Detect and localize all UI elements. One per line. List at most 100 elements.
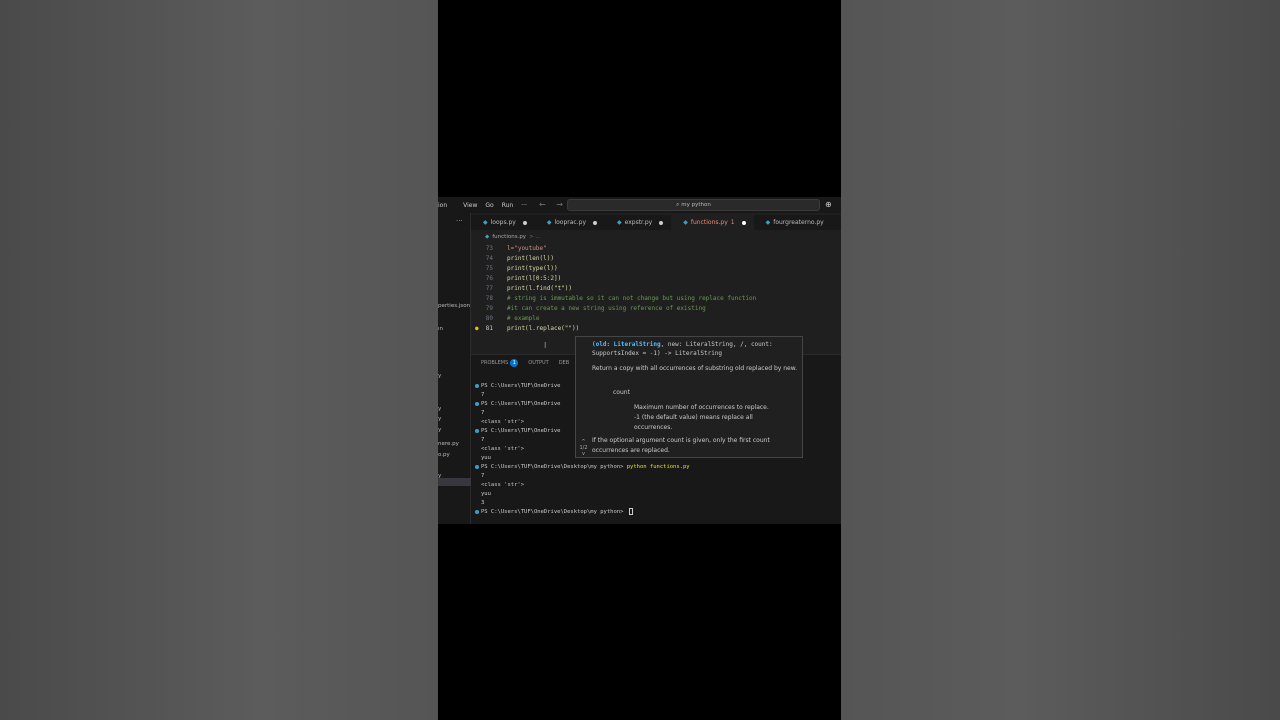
- terminal-text: PS C:\Users\TUF\OneDrive: [481, 427, 561, 434]
- code-line: 74 print(len(l)): [471, 253, 841, 263]
- prompt-dot-icon: [475, 464, 479, 469]
- blurred-background-left: [0, 0, 438, 720]
- terminal-text: 7: [481, 436, 485, 443]
- breadcrumb-rest[interactable]: > ...: [529, 234, 541, 240]
- search-icon: ⌕: [676, 201, 680, 208]
- modified-dot-icon[interactable]: [659, 220, 664, 225]
- code-text: l="youtube": [507, 244, 547, 252]
- explorer-item[interactable]: o.py: [438, 452, 450, 458]
- terminal-text: <class 'str'>: [481, 481, 525, 488]
- active-parameter: (old: LiteralString: [592, 341, 661, 348]
- tab-overflow[interactable]: ◆ n: [832, 215, 841, 230]
- modified-dot-icon[interactable]: [741, 220, 746, 225]
- problems-badge: 1: [510, 359, 519, 367]
- tab-functions[interactable]: ◆ functions.py 1: [671, 215, 754, 230]
- explorer-item[interactable]: perties.json: [438, 303, 470, 309]
- explorer-item[interactable]: y: [438, 473, 441, 479]
- line-number: 77: [485, 284, 493, 292]
- command-center-label: my python: [681, 202, 711, 208]
- breadcrumb-file[interactable]: functions.py: [492, 234, 526, 240]
- tab-fourgreaterno[interactable]: ◆ fourgreaterno.py: [754, 215, 832, 230]
- modified-dot-icon[interactable]: [522, 220, 527, 225]
- explorer-item[interactable]: nere.py: [438, 441, 459, 447]
- terminal-command: python functions.py: [626, 463, 690, 470]
- prompt-dot-icon: [475, 509, 479, 514]
- signature-note: If the optional argument count is given,…: [592, 437, 770, 454]
- line-number: 78: [485, 294, 493, 302]
- python-file-icon: ◆: [485, 234, 490, 240]
- explorer-item[interactable]: y: [438, 406, 441, 412]
- explorer-item[interactable]: y: [438, 416, 441, 422]
- signature-rest: , new: LiteralString, /, count:: [660, 341, 773, 348]
- parameter-description-line: -1 (the default value) means replace all…: [634, 414, 753, 431]
- tab-problems-label: PROBLEMS: [481, 360, 509, 366]
- menu-view[interactable]: View: [463, 202, 477, 209]
- menu-run[interactable]: Run: [502, 202, 514, 209]
- tab-output[interactable]: OUTPUT: [528, 360, 548, 366]
- code-comment: #it can create a new string using refere…: [507, 304, 706, 312]
- terminal-line: PS C:\Users\TUF\OneDrive\Desktop\my pyth…: [475, 462, 835, 471]
- tab-label: expstr.py: [624, 219, 653, 226]
- terminal-line: <class 'str'>: [475, 480, 835, 489]
- line-number: 80: [485, 314, 493, 322]
- terminal-text: 7: [481, 472, 485, 479]
- explorer-item[interactable]: ın: [438, 326, 443, 332]
- terminal-line: yuu: [475, 489, 835, 498]
- code-editor[interactable]: 73 l="youtube" 74 print(len(l)) 75 print…: [471, 243, 841, 343]
- nav-arrows[interactable]: ← →: [539, 200, 567, 209]
- menu-selection[interactable]: ion: [438, 202, 447, 209]
- chevron-down-icon[interactable]: v: [577, 451, 590, 457]
- tab-debug-console[interactable]: DEB: [559, 360, 569, 366]
- tab-problems[interactable]: PROBLEMS 1: [481, 359, 519, 367]
- menu-more[interactable]: ···: [521, 202, 527, 209]
- explorer-selected-row: [438, 478, 471, 486]
- terminal-line: 7: [475, 471, 835, 480]
- explorer-item[interactable]: y: [438, 373, 441, 379]
- menu-go[interactable]: Go: [485, 202, 493, 209]
- copilot-icon[interactable]: ⊕: [825, 200, 832, 209]
- parameter-description-line: Maximum number of occurrences to replace…: [634, 404, 769, 411]
- line-number: 76: [485, 274, 493, 282]
- terminal-text: yuu: [481, 490, 491, 497]
- signature-text: (old: LiteralString, new: LiteralString,…: [592, 340, 798, 358]
- code-text: print(type(l)): [507, 264, 558, 272]
- code-comment: # string is immutable so it can not chan…: [507, 294, 757, 302]
- line-number: 74: [485, 254, 493, 262]
- tab-loops[interactable]: ◆ loops.py: [471, 215, 535, 230]
- code-line: 78 # string is immutable so it can not c…: [471, 293, 841, 303]
- parameter-name: count: [613, 389, 630, 396]
- prompt-dot-icon: [475, 401, 479, 406]
- overload-pager[interactable]: ^ 1/2 v: [577, 439, 590, 457]
- tab-expstr[interactable]: ◆ expstr.py: [605, 215, 671, 230]
- more-actions-icon[interactable]: ···: [456, 217, 463, 225]
- lightbulb-icon[interactable]: ●: [475, 325, 479, 332]
- python-file-icon: ◆: [617, 219, 622, 226]
- terminal-text: 3: [481, 499, 485, 506]
- tab-label: functions.py: [690, 219, 728, 226]
- signature-rest: SupportsIndex = -1) -> LiteralString: [592, 350, 723, 357]
- tab-looprac[interactable]: ◆ looprac.py: [535, 215, 605, 230]
- code-text: print(l[0:5:2]): [507, 274, 562, 282]
- terminal-prompt-line: PS C:\Users\TUF\OneDrive\Desktop\my pyth…: [475, 507, 835, 516]
- python-file-icon: ◆: [765, 219, 771, 226]
- terminal-text: PS C:\Users\TUF\OneDrive: [481, 400, 561, 407]
- code-line: 77 print(l.find("t")): [471, 283, 841, 293]
- explorer-item[interactable]: y: [438, 427, 441, 433]
- blurred-background-right: [841, 0, 1280, 720]
- command-center[interactable]: ⌕ my python: [567, 199, 820, 211]
- line-number: 75: [485, 264, 493, 272]
- code-text: print(l.replace("")): [507, 324, 580, 332]
- terminal-text: yuu: [481, 454, 491, 461]
- modified-dot-icon[interactable]: [593, 220, 597, 225]
- signature-help-popup: (old: LiteralString, new: LiteralString,…: [575, 336, 803, 458]
- terminal-text: PS C:\Users\TUF\OneDrive\Desktop\my pyth…: [481, 508, 627, 515]
- breadcrumb: ◆ functions.py > ...: [471, 232, 841, 242]
- tab-label: loops.py: [490, 219, 516, 226]
- terminal-text: 7: [481, 409, 485, 416]
- signature-description: Return a copy with all occurrences of su…: [592, 365, 797, 372]
- python-file-icon: ◆: [546, 219, 552, 226]
